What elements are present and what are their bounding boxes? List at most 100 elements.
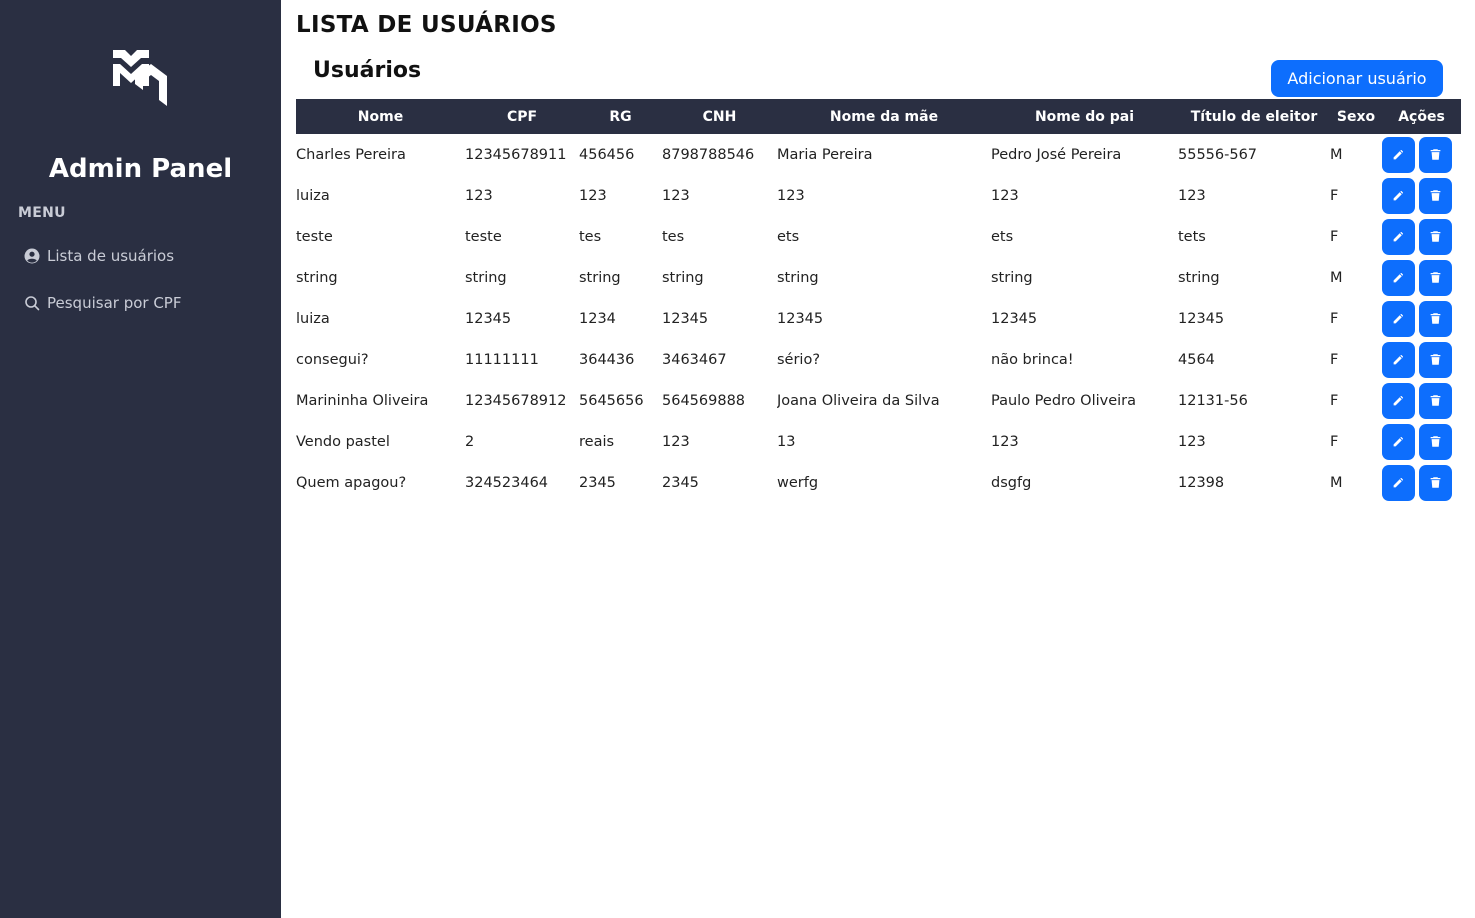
cell-cpf: 12345678911 [465,146,567,163]
cell-rg: string [579,269,621,286]
cell-titulo-eleitor: string [1178,269,1220,286]
sidebar-item-label: Lista de usuários [47,247,175,265]
trash-icon [1430,272,1441,283]
cell-acoes [1382,421,1461,462]
table-row: Marininha Oliveira 12345678912 5645656 5645… [296,380,1461,421]
delete-button[interactable] [1419,300,1452,337]
delete-button[interactable] [1419,464,1452,501]
table-row: teste teste tes tes ets ets tets F [296,216,1461,257]
cell-cnh: 564569888 [662,392,746,409]
cell-sexo: F [1330,351,1339,368]
cell-nome: string [296,269,338,286]
cell-cnh: string [662,269,704,286]
column-header-acoes: Ações [1398,108,1445,125]
cell-nome-mae: 123 [777,187,805,204]
cell-sexo: F [1330,392,1339,409]
add-user-button[interactable]: Adicionar usuário [1271,60,1443,97]
column-header-sexo: Sexo [1336,108,1376,125]
table-header-row: Nome CPF RG CNH Nome da mãe Nome do pai … [296,99,1461,134]
cell-nome-mae: Maria Pereira [777,146,873,163]
cell-acoes [1382,216,1461,257]
pencil-icon [1393,478,1403,488]
trash-icon [1430,395,1441,406]
cell-rg: tes [579,228,602,245]
menu-label: MENU [18,205,66,221]
cell-titulo-eleitor: tets [1178,228,1206,245]
edit-button[interactable] [1382,382,1415,419]
delete-button[interactable] [1419,177,1452,214]
trash-icon [1430,313,1441,324]
delete-button[interactable] [1419,423,1452,460]
trash-icon [1430,477,1441,488]
delete-button[interactable] [1419,382,1452,419]
pencil-icon [1393,396,1403,406]
cell-nome: Quem apagou? [296,474,407,491]
cell-nome-mae: string [777,269,819,286]
cell-nome: Marininha Oliveira [296,392,429,409]
cell-acoes [1382,134,1461,175]
cell-nome-pai: string [991,269,1033,286]
cell-cnh: tes [662,228,685,245]
column-header-cpf: CPF [506,108,538,125]
pencil-icon [1393,150,1403,160]
cell-sexo: M [1330,474,1343,491]
column-header-nome-pai: Nome do pai [1034,108,1135,125]
cell-cpf: 324523464 [465,474,549,491]
cell-cpf: string [465,269,507,286]
cell-nome-pai: não brinca! [991,351,1074,368]
delete-button[interactable] [1419,218,1452,255]
users-table-container: Nome CPF RG CNH Nome da mãe Nome do pai … [296,99,1461,503]
edit-button[interactable] [1382,464,1415,501]
cell-cpf: 123 [465,187,493,204]
cell-rg: reais [579,433,615,450]
pencil-icon [1393,273,1403,283]
pencil-icon [1393,437,1403,447]
users-table: Nome CPF RG CNH Nome da mãe Nome do pai … [296,99,1461,503]
sidebar: Admin Panel MENU Lista de usuários Pesqu… [0,0,281,918]
cell-sexo: M [1330,146,1343,163]
cell-cpf: teste [465,228,502,245]
cell-titulo-eleitor: 12131-56 [1178,392,1248,409]
pencil-icon [1393,191,1403,201]
cell-rg: 1234 [579,310,616,327]
edit-button[interactable] [1382,300,1415,337]
pencil-icon [1393,355,1403,365]
page-title: LISTA DE USUÁRIOS [296,12,557,38]
edit-button[interactable] [1382,341,1415,378]
table-row: consegui? 11111111 364436 3463467 sério? não … [296,339,1461,380]
cell-nome-pai: Paulo Pedro Oliveira [991,392,1136,409]
cell-cnh: 3463467 [662,351,727,368]
logo-icon [113,50,167,106]
cell-nome: teste [296,228,333,245]
cell-nome-mae: Joana Oliveira da Silva [777,392,940,409]
cell-acoes [1382,257,1461,298]
column-header-titulo-eleitor: Título de eleitor [1190,108,1318,125]
edit-button[interactable] [1382,423,1415,460]
delete-button[interactable] [1419,341,1452,378]
trash-icon [1430,149,1441,160]
table-row: Vendo pastel 2 reais 123 13 123 123 F [296,421,1461,462]
cell-cnh: 2345 [662,474,699,491]
edit-button[interactable] [1382,136,1415,173]
trash-icon [1430,354,1441,365]
delete-button[interactable] [1419,259,1452,296]
cell-nome-mae: 12345 [777,310,824,327]
cell-rg: 2345 [579,474,616,491]
edit-button[interactable] [1382,177,1415,214]
sidebar-item-lista-usuarios[interactable]: Lista de usuários [24,244,174,268]
cell-nome-mae: 13 [777,433,796,450]
brand-title: Admin Panel [48,154,233,184]
cell-sexo: F [1330,187,1339,204]
table-row: luiza 123 123 123 123 123 123 F [296,175,1461,216]
cell-titulo-eleitor: 123 [1178,187,1206,204]
cell-acoes [1382,339,1461,380]
delete-button[interactable] [1419,136,1452,173]
column-header-nome: Nome [357,108,404,125]
cell-rg: 123 [579,187,607,204]
edit-button[interactable] [1382,218,1415,255]
cell-cpf: 11111111 [465,351,539,368]
cell-rg: 5645656 [579,392,644,409]
sidebar-item-pesquisar-cpf[interactable]: Pesquisar por CPF [24,291,181,315]
edit-button[interactable] [1382,259,1415,296]
cell-nome-mae: werfg [777,474,819,491]
